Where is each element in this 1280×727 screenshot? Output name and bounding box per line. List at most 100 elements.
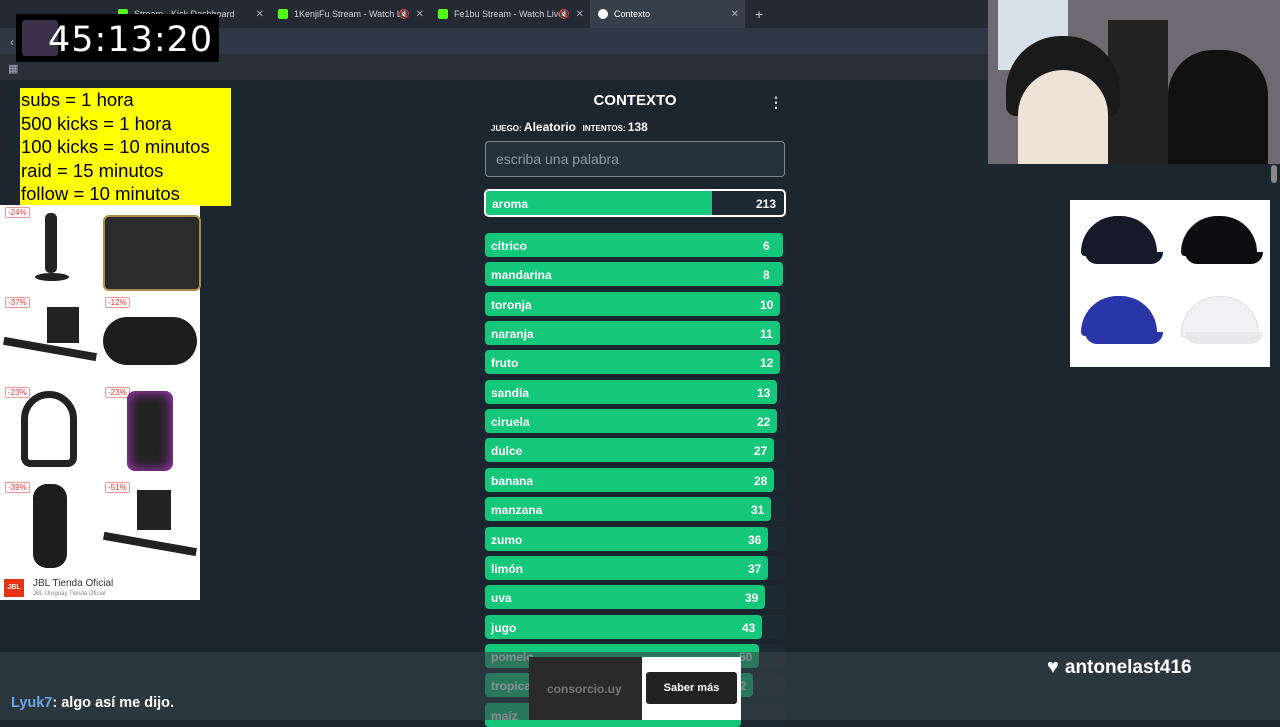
tab-kenjifu-stream[interactable]: 1KenjiFu Stream - Watch Li 🔇 ✕ [270,0,430,28]
guess-row: toronja 10 [485,291,785,316]
product-tile[interactable] [101,205,201,295]
word-input[interactable] [485,141,785,177]
guess-rank: 31 [751,503,765,518]
guess-row: uva 39 [485,585,785,610]
guess-row: cítrico 6 [485,233,785,257]
second-person [1168,50,1268,164]
similarity-bar [485,526,768,551]
product-tile[interactable]: -51% [101,480,199,570]
hat-image [1075,212,1163,272]
ad-footer[interactable]: JBL JBL Tienda Oficial JBL Uruguay Tiend… [0,575,200,600]
discount-badge: -37% [5,297,30,308]
guess-word: cítrico [491,239,528,253]
tab-label: Contexto [614,9,651,19]
contexto-icon [598,9,608,19]
product-tile[interactable]: -12% [101,295,199,385]
guess-word: aroma [492,197,529,211]
learn-more-button[interactable]: Saber más [646,672,737,704]
similarity-bar [485,555,768,580]
page-title: CONTEXTO [593,92,677,109]
ad-popup[interactable]: consorcio.uy Saber más [529,657,741,720]
guess-row: naranja 11 [485,321,785,346]
jbl-ad-panel[interactable]: -24% -37% -12% -23% -23% -39% -51% JBL J… [0,205,201,600]
guess-word: ciruela [491,415,530,430]
guess-word: toronja [491,297,532,312]
store-name: JBL Tienda Oficial [33,578,114,589]
guess-rank: 11 [760,327,773,342]
jbl-logo: JBL [4,579,24,597]
similarity-bar [485,438,774,463]
attempts-count: 138 [627,120,648,134]
guess-row: zumo 36 [485,526,785,551]
product-tile[interactable]: -39% [1,480,99,570]
hat-image [1175,292,1263,352]
hat-image [1175,212,1263,272]
apps-grid-icon[interactable]: ▦ [8,62,18,75]
guess-word: banana [491,473,534,488]
kick-icon [438,9,448,19]
guess-row: fruto 12 [485,350,785,375]
guess-word: sandía [491,385,530,400]
attempts-label: INTENTOS: [582,124,626,133]
ad-popup-text: consorcio.uy [547,682,622,696]
discount-badge: -24% [5,207,30,218]
guess-rank: 13 [757,385,771,400]
tab-contexto[interactable]: Contexto ✕ [590,0,745,28]
guess-word: manzana [491,503,543,518]
close-icon[interactable]: ✕ [731,9,739,20]
close-icon[interactable]: ✕ [576,9,584,20]
guess-word: jugo [491,620,517,635]
subathon-timer: 45:13:20 [48,20,214,60]
rule-line: 100 kicks = 10 minutos [21,136,210,157]
headphones-image [21,391,77,467]
rule-line: follow = 10 minutos [21,183,180,204]
discount-badge: -39% [5,482,30,493]
guess-word: zumo [491,532,523,547]
chat-message: Lyuk7: algo así me dijo. [11,695,174,711]
product-tile[interactable]: -37% [1,295,99,385]
guess-word: uva [491,591,512,606]
subathon-rules: subs = 1 hora 500 kicks = 1 hora 100 kic… [20,88,231,206]
heart-icon: ♥ [1047,656,1059,678]
product-tile[interactable]: -24% [1,205,99,295]
soundbar-image [103,531,197,557]
scrollbar[interactable] [1271,165,1277,183]
rule-line: subs = 1 hora [21,89,134,110]
guess-row: dulce 27 [485,438,785,463]
guess-rank: 43 [742,620,756,635]
product-tile[interactable]: -23% [1,385,99,475]
new-follower-alert: ♥ antonelast416 [1047,656,1192,679]
follower-name: antonelast416 [1064,657,1192,678]
streamer-person [1018,70,1108,164]
guess-rank: 6 [763,239,770,253]
guess-rank: 22 [757,415,771,430]
guess-rank: 27 [754,444,768,459]
guess-rank: 213 [755,197,776,211]
store-subtitle: JBL Uruguay Tienda Oficial [33,591,106,597]
product-tile[interactable]: -23% [101,385,199,475]
guess-row: manzana 31 [485,497,785,522]
back-icon[interactable]: ‹ [10,35,14,49]
guess-row: banana 28 [485,467,785,492]
kebab-menu-icon[interactable]: ⋮ [769,94,783,111]
stream-timer-panel: 45:13:20 [16,14,219,62]
discount-badge: -12% [105,297,130,308]
discount-badge: -23% [105,387,130,398]
mute-icon[interactable]: 🔇 [399,9,410,20]
tab-label: 1KenjiFu Stream - Watch Li [294,9,404,19]
discount-badge: -23% [5,387,30,398]
hats-ad[interactable] [1070,200,1270,367]
guess-word: fruto [491,356,519,371]
speaker-base [35,273,69,281]
new-tab-button[interactable]: + [755,6,763,22]
ad-popup-image: consorcio.uy [529,657,642,720]
guess-word: mandarina [491,268,552,283]
mute-icon[interactable]: 🔇 [559,9,570,20]
guess-word: limón [491,561,523,576]
similarity-bar [485,233,783,257]
close-icon[interactable]: ✕ [256,9,264,20]
tab-fe1bu-stream[interactable]: Fe1bu Stream - Watch Live 🔇 ✕ [430,0,590,28]
party-speaker-image [127,391,173,471]
close-icon[interactable]: ✕ [416,9,424,20]
game-label: JUEGO: [491,124,522,133]
